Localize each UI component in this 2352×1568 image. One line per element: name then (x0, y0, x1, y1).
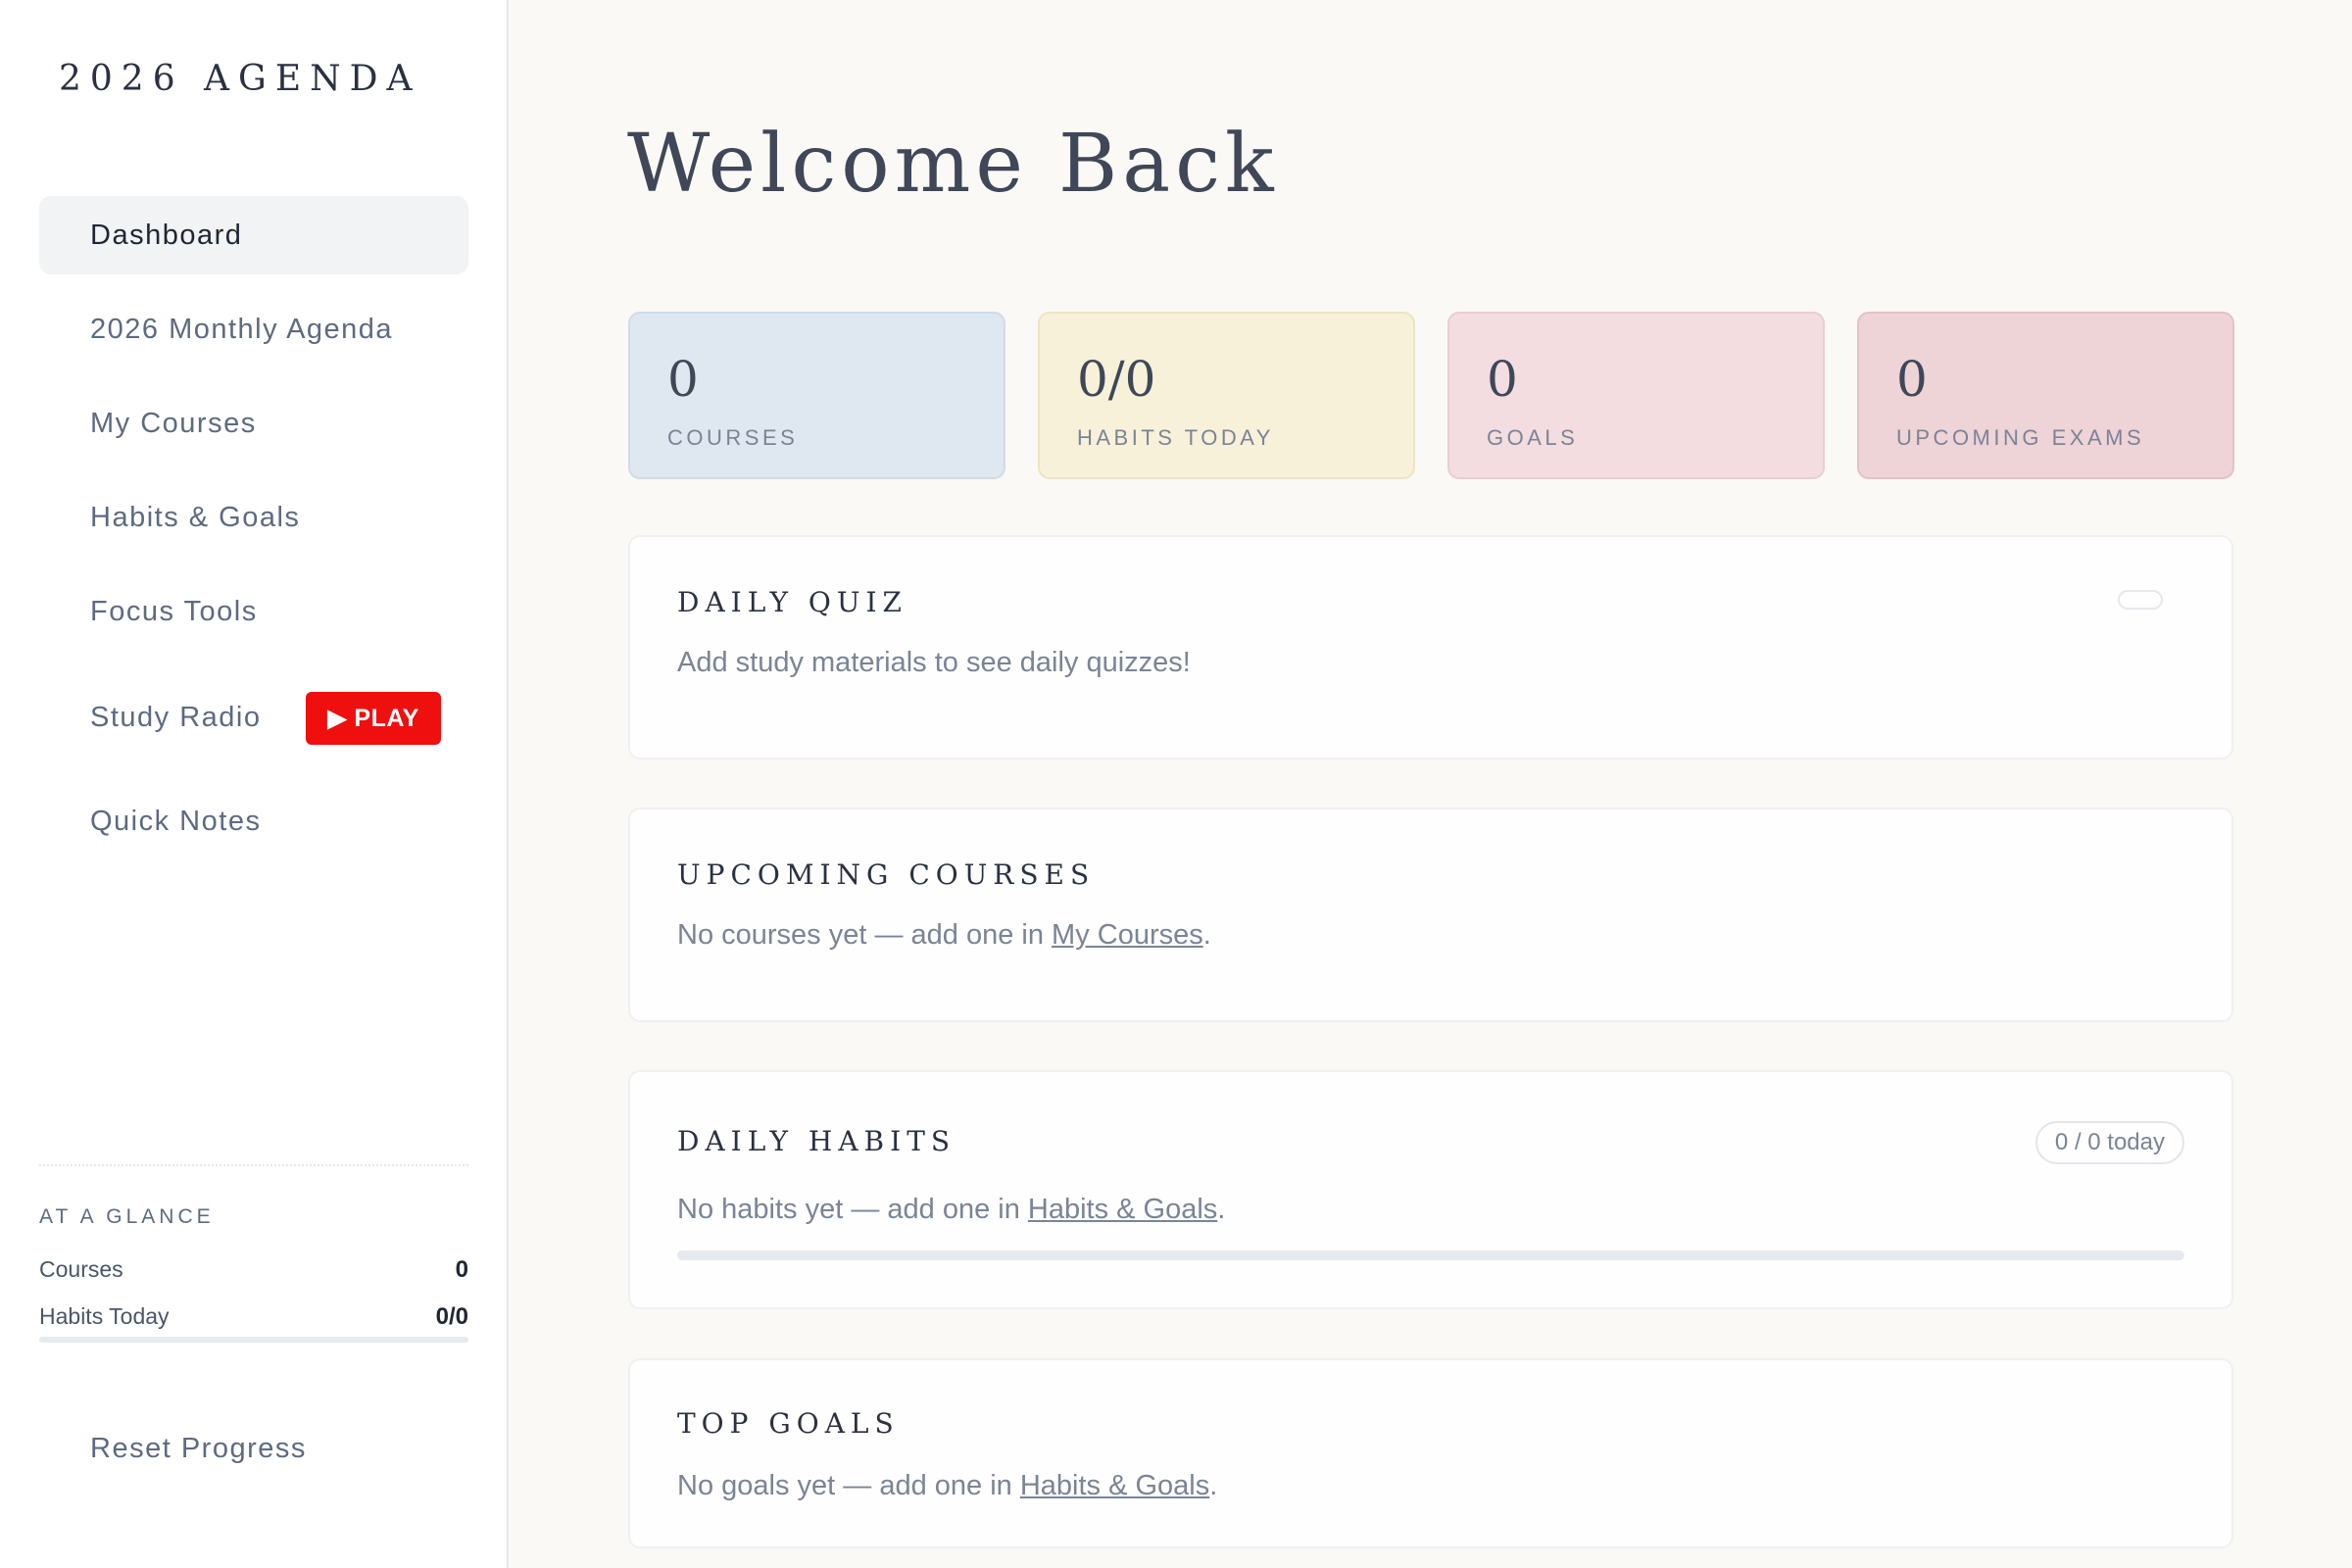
daily-habits-badge: 0 / 0 today (2034, 1121, 2184, 1164)
upcoming-courses-title: UPCOMING COURSES (677, 858, 1096, 891)
glance-title: AT A GLANCE (39, 1205, 215, 1228)
glance-habits-value: 0/0 (435, 1303, 468, 1330)
stat-card-goals: 0 GOALS (1447, 312, 1825, 479)
daily-habits-text: No habits yet — add one in Habits & Goal… (677, 1194, 1225, 1226)
sidebar-item-dashboard[interactable]: Dashboard (39, 196, 468, 274)
habits-goals-link[interactable]: Habits & Goals (1028, 1194, 1217, 1225)
sidebar-item-quick-notes[interactable]: Quick Notes (39, 782, 468, 860)
sidebar-item-monthly-agenda[interactable]: 2026 Monthly Agenda (39, 290, 468, 368)
daily-quiz-toggle[interactable] (2118, 590, 2163, 610)
stat-card-upcoming-exams: 0 UPCOMING EXAMS (1857, 312, 2234, 479)
sidebar-item-habits-goals[interactable]: Habits & Goals (39, 478, 468, 557)
glance-habits-progress (39, 1337, 468, 1343)
sidebar-divider (39, 1164, 468, 1166)
play-button[interactable]: ▶ PLAY (306, 692, 441, 745)
stat-value: 0 (1896, 351, 1928, 408)
page-title: Welcome Back (627, 118, 1279, 211)
sidebar: 2026 AGENDA Dashboard 2026 Monthly Agend… (0, 0, 509, 1568)
stat-label: HABITS TODAY (1077, 425, 1274, 450)
sidebar-item-focus-tools[interactable]: Focus Tools (39, 572, 468, 651)
my-courses-link[interactable]: My Courses (1052, 919, 1203, 951)
daily-habits-text-after: . (1217, 1194, 1226, 1225)
top-goals-title: TOP GOALS (677, 1407, 900, 1440)
daily-quiz-panel: DAILY QUIZ Add study materials to see da… (628, 535, 2233, 760)
glance-habits-label: Habits Today (39, 1303, 170, 1329)
daily-quiz-text: Add study materials to see daily quizzes… (677, 647, 1191, 678)
top-goals-text: No goals yet — add one in Habits & Goals… (677, 1470, 1217, 1502)
daily-habits-progress (677, 1250, 2184, 1260)
stat-label: UPCOMING EXAMS (1896, 425, 2145, 450)
stat-card-courses: 0 COURSES (628, 312, 1005, 479)
glance-courses-row: Courses 0 (39, 1256, 468, 1284)
top-goals-text-before: No goals yet — add one in (677, 1470, 1020, 1501)
stat-label: COURSES (667, 425, 799, 450)
glance-courses-value: 0 (455, 1256, 468, 1283)
reset-progress-button[interactable]: Reset Progress (90, 1433, 307, 1465)
stat-value: 0 (667, 351, 699, 408)
stat-label: GOALS (1487, 425, 1579, 450)
glance-habits-row: Habits Today 0/0 (39, 1303, 468, 1331)
daily-habits-text-before: No habits yet — add one in (677, 1194, 1028, 1225)
top-goals-panel: TOP GOALS No goals yet — add one in Habi… (628, 1358, 2233, 1548)
habits-goals-link[interactable]: Habits & Goals (1020, 1470, 1209, 1501)
stat-card-habits-today: 0/0 HABITS TODAY (1038, 312, 1415, 479)
upcoming-courses-panel: UPCOMING COURSES No courses yet — add on… (628, 808, 2233, 1022)
daily-habits-title: DAILY HABITS (677, 1125, 956, 1157)
brand-title: 2026 AGENDA (59, 59, 421, 99)
glance-courses-label: Courses (39, 1256, 123, 1282)
daily-habits-panel: DAILY HABITS 0 / 0 today No habits yet —… (628, 1070, 2233, 1309)
sidebar-item-study-radio[interactable]: Study Radio ▶ PLAY (39, 678, 468, 757)
sidebar-item-label: Study Radio (90, 701, 262, 733)
daily-quiz-title: DAILY QUIZ (677, 586, 907, 618)
upcoming-courses-text-before: No courses yet — add one in (677, 919, 1053, 951)
upcoming-courses-text: No courses yet — add one in My Courses. (677, 919, 1211, 952)
top-goals-text-after: . (1209, 1470, 1218, 1501)
sidebar-item-my-courses[interactable]: My Courses (39, 384, 468, 463)
stat-value: 0/0 (1077, 351, 1156, 408)
upcoming-courses-text-after: . (1202, 919, 1211, 951)
stat-value: 0 (1487, 351, 1518, 408)
